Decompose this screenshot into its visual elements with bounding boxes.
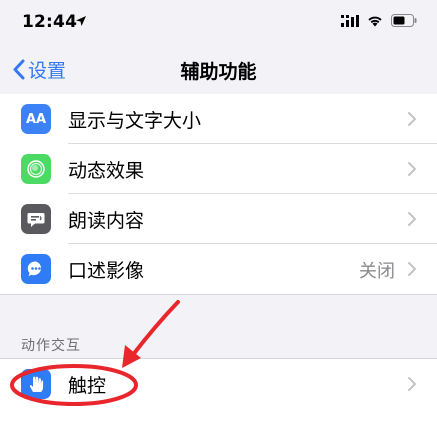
navigation-bar: 设置 辅助功能 <box>0 44 437 94</box>
chevron-right-icon <box>408 162 416 176</box>
row-value-off: 关闭 <box>359 261 395 282</box>
status-indicators <box>341 14 417 27</box>
row-spoken-content[interactable]: 朗读内容 <box>0 194 437 244</box>
location-arrow-icon <box>76 16 86 26</box>
row-touch[interactable]: 触控 <box>0 359 437 409</box>
wifi-icon <box>368 16 382 26</box>
row-label: 朗读内容 <box>68 210 145 232</box>
audio-description-icon <box>21 254 51 284</box>
row-audio-descriptions[interactable]: 口述影像 关闭 <box>0 244 437 294</box>
motion-icon <box>21 154 51 184</box>
battery-icon <box>391 14 417 27</box>
status-bar: 12:44 <box>0 0 437 44</box>
status-time: 12:44 <box>22 12 78 32</box>
row-display-text-size[interactable]: AA 显示与文字大小 <box>0 94 437 144</box>
row-label: 口述影像 <box>68 260 145 282</box>
speech-bubble-icon <box>21 204 51 234</box>
chevron-right-icon <box>408 212 416 226</box>
chevron-right-icon <box>408 112 416 126</box>
row-motion[interactable]: 动态效果 <box>0 144 437 194</box>
chevron-right-icon <box>408 262 416 276</box>
interaction-settings-group: 触控 <box>0 358 437 427</box>
cellular-signal-icon <box>341 14 359 27</box>
row-label: 显示与文字大小 <box>68 110 202 132</box>
vision-settings-group: AA 显示与文字大小 动态效果 朗读内容 口述影像 关闭 <box>0 94 437 295</box>
aa-text-icon: AA <box>21 104 51 134</box>
hand-touch-icon <box>21 369 51 399</box>
chevron-right-icon <box>408 377 416 391</box>
row-label: 触控 <box>68 375 107 397</box>
row-label: 动态效果 <box>68 160 145 182</box>
section-header-interaction: 动作交互 <box>21 338 81 354</box>
page-title: 辅助功能 <box>180 61 257 83</box>
